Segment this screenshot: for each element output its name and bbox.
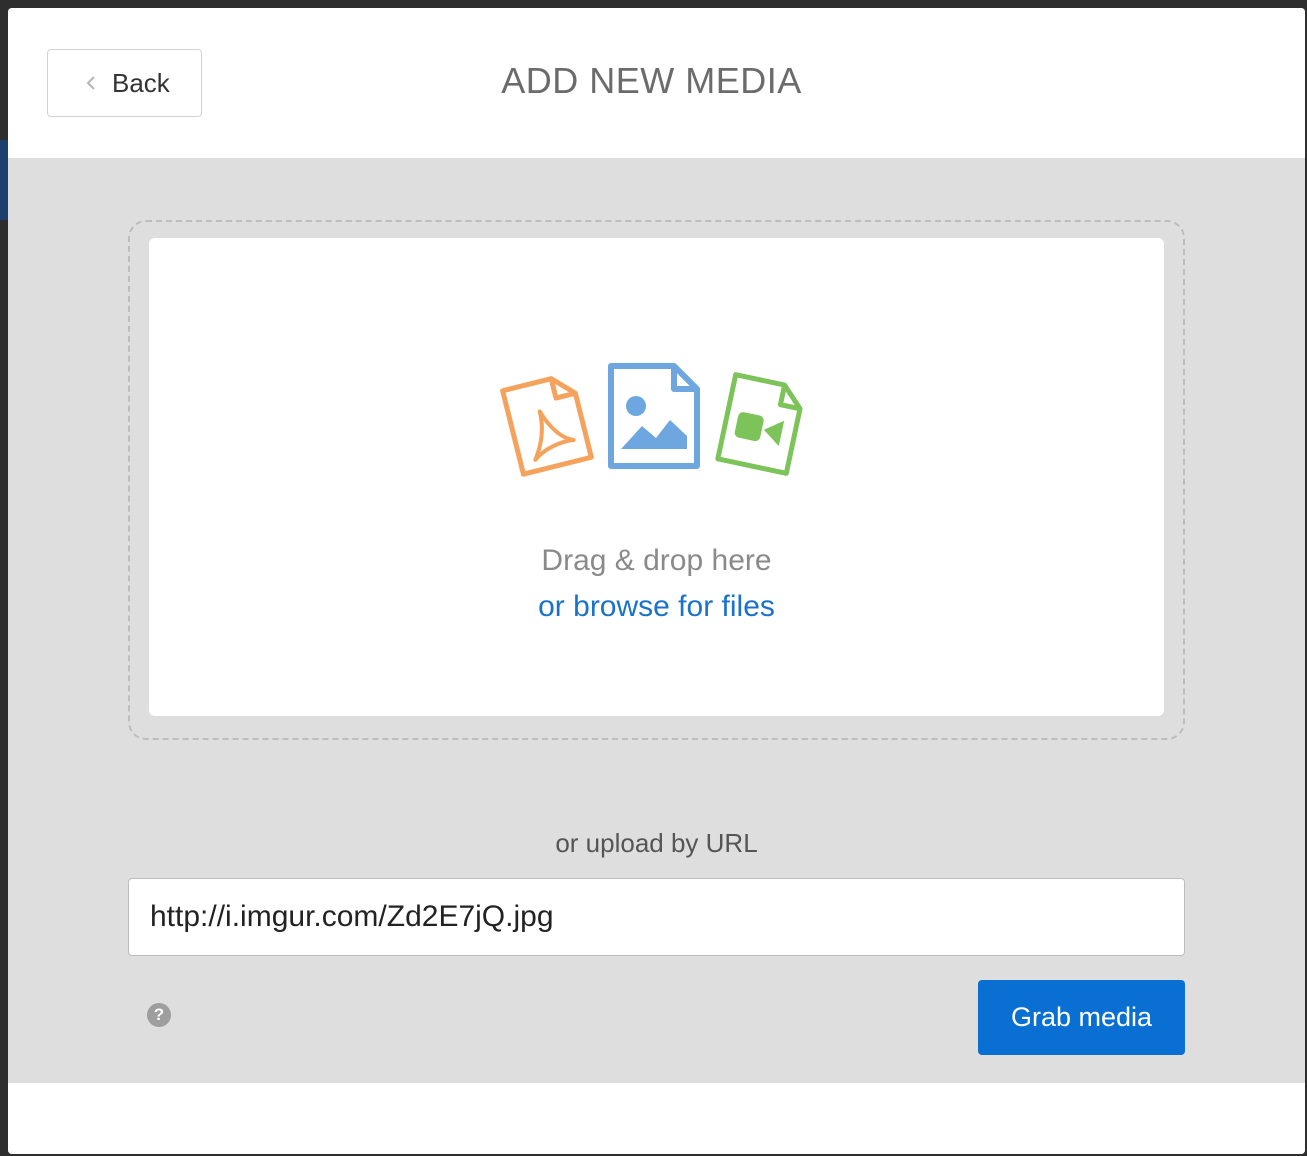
dropzone[interactable]: Drag & drop here or browse for files (149, 238, 1164, 716)
dialog-body: Drag & drop here or browse for files or … (8, 158, 1305, 1083)
video-file-icon (715, 372, 803, 476)
media-url-input[interactable] (128, 878, 1185, 956)
dialog-title: ADD NEW MEDIA (501, 60, 802, 101)
drag-drop-text: Drag & drop here (541, 544, 772, 577)
image-file-icon (608, 363, 700, 469)
pdf-file-icon (500, 376, 594, 477)
help-icon[interactable]: ? (147, 1003, 171, 1027)
add-media-dialog: Back ADD NEW MEDIA Drag & drop here or b… (8, 8, 1305, 1154)
file-type-icons (500, 363, 803, 477)
browse-files-link[interactable]: or browse for files (149, 590, 1164, 624)
dialog-header: Back ADD NEW MEDIA (8, 8, 1305, 158)
upload-url-label: or upload by URL (555, 828, 758, 858)
grab-media-button[interactable]: Grab media (978, 980, 1185, 1055)
dialog-footer (8, 1083, 1305, 1154)
background-window-edge (0, 140, 8, 220)
